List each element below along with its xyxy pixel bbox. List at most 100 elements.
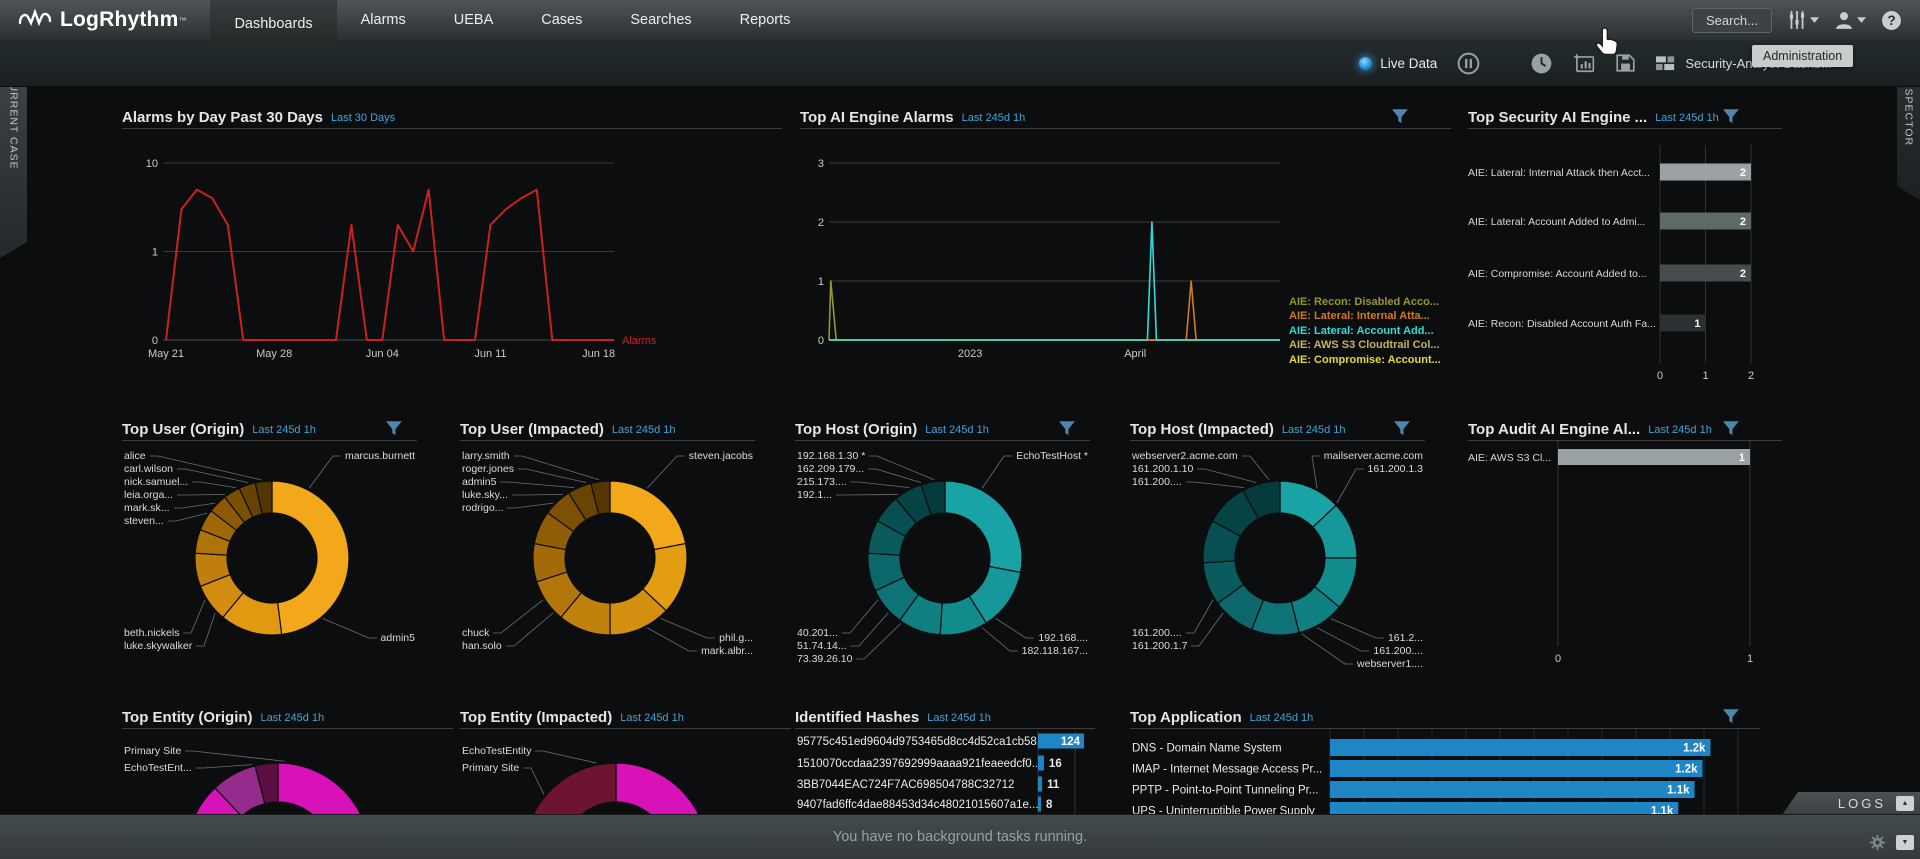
gear-icon[interactable] bbox=[1869, 834, 1886, 851]
donut-slice-label[interactable]: 51.74.14... bbox=[797, 640, 847, 652]
collapse-logs-button[interactable]: ▼ bbox=[1896, 835, 1914, 850]
top-entity-impacted-chart[interactable]: EchoTestEntity Primary Site bbox=[460, 729, 791, 815]
donut-slice-label[interactable]: 161.200.... bbox=[1132, 476, 1182, 488]
alarms-by-day-chart[interactable]: 1010May 21May 28Jun 04Jun 11Jun 18Alarms bbox=[122, 129, 782, 380]
svg-text:1: 1 bbox=[1747, 653, 1753, 665]
donut-slice-label[interactable]: admin5 bbox=[381, 632, 415, 644]
time-range-icon[interactable] bbox=[1530, 52, 1553, 75]
donut-slice-label[interactable]: 161.200.1.7 bbox=[1132, 640, 1187, 652]
donut-slice-label[interactable]: marcus.burnett bbox=[345, 450, 415, 462]
donut-slice-label[interactable]: Primary Site bbox=[462, 762, 519, 774]
donut-slice-label[interactable]: roger.jones bbox=[462, 463, 514, 475]
donut-slice-label[interactable]: luke.skywalker bbox=[124, 640, 192, 652]
legend-entry[interactable]: AIE: Lateral: Account Add... bbox=[1289, 324, 1441, 338]
donut-slice-label[interactable]: 161.200.... bbox=[1132, 627, 1182, 639]
background-tasks-status: You have no background tasks running. bbox=[833, 829, 1087, 845]
donut-slice-label[interactable]: EchoTestHost * bbox=[1016, 450, 1088, 462]
tab-ueba[interactable]: UEBA bbox=[430, 0, 518, 40]
donut-slice-label[interactable]: mark.sk... bbox=[124, 502, 170, 514]
top-user-impacted-chart[interactable]: larry.smithroger.jonesadmin5luke.sky...r… bbox=[460, 441, 755, 667]
donut-slice-label[interactable]: EchoTestEntity bbox=[462, 745, 531, 757]
tab-cases[interactable]: Cases bbox=[517, 0, 606, 40]
user-menu[interactable] bbox=[1834, 10, 1866, 30]
donut-slice-label[interactable]: 73.39.26.10 bbox=[797, 653, 852, 665]
logs-panel-tab[interactable]: LOGS ▲ bbox=[1782, 792, 1920, 815]
donut-slice-label[interactable]: 161.200.... bbox=[1373, 645, 1423, 657]
donut-slice-label[interactable]: 215.173.... bbox=[797, 476, 847, 488]
widget-timerange: Last 245d 1h bbox=[1282, 424, 1346, 437]
donut-slice-label[interactable]: carl.wilson bbox=[124, 463, 173, 475]
top-user-origin-chart[interactable]: alicecarl.wilsonnick.samuel...leia.orga.… bbox=[122, 441, 417, 667]
filter-icon[interactable] bbox=[386, 421, 403, 436]
donut-slice-label[interactable]: 192.168.... bbox=[1038, 632, 1088, 644]
donut-slice-label[interactable]: chuck bbox=[462, 627, 489, 639]
top-application-chart[interactable]: DNS - Domain Name System1.2kIMAP - Inter… bbox=[1130, 729, 1760, 815]
top-audit-ai-engine-chart[interactable]: 01AIE: AWS S3 Cl...1 bbox=[1468, 441, 1782, 667]
add-widget-icon[interactable] bbox=[1573, 53, 1595, 73]
widget-title: Top Entity (Origin) bbox=[122, 710, 253, 725]
donut-slice-label[interactable]: 162.209.179... bbox=[797, 463, 864, 475]
donut-slice-label[interactable]: 192.168.1.30 * bbox=[797, 450, 865, 462]
search-button[interactable]: Search... bbox=[1692, 8, 1772, 33]
save-dashboard-icon[interactable] bbox=[1615, 53, 1636, 73]
donut-slice-label[interactable]: admin5 bbox=[462, 476, 496, 488]
filter-icon[interactable] bbox=[1723, 421, 1740, 436]
help-icon[interactable]: ? bbox=[1881, 10, 1902, 31]
donut-slice-label[interactable]: webserver1.... bbox=[1357, 658, 1423, 667]
donut-slice-label[interactable]: steven.jacobs bbox=[689, 450, 753, 462]
filter-icon[interactable] bbox=[1723, 109, 1740, 124]
donut-slice-label[interactable]: 161.200.1.10 bbox=[1132, 463, 1193, 475]
filter-icon[interactable] bbox=[1394, 421, 1411, 436]
top-ai-engine-alarms-chart[interactable]: 32102023AprilAIE: Recon: Disabled Acco..… bbox=[800, 129, 1451, 380]
top-host-origin-chart[interactable]: 192.168.1.30 *162.209.179...215.173....1… bbox=[795, 441, 1090, 667]
pause-icon[interactable] bbox=[1457, 52, 1480, 75]
donut-slice-label[interactable]: EchoTestEnt... bbox=[124, 762, 192, 774]
legend-entry[interactable]: AIE: Compromise: Account... bbox=[1289, 353, 1441, 367]
legend-entry[interactable]: AIE: AWS S3 Cloudtrail Col... bbox=[1289, 338, 1441, 352]
tab-alarms[interactable]: Alarms bbox=[337, 0, 430, 40]
donut-slice-label[interactable]: 161.2... bbox=[1388, 632, 1423, 644]
donut-slice-label[interactable]: beth.nickels bbox=[124, 627, 179, 639]
donut-slice-label[interactable]: larry.smith bbox=[462, 450, 510, 462]
legend-entry[interactable]: AIE: Recon: Disabled Acco... bbox=[1289, 295, 1441, 309]
donut-slice-label[interactable]: nick.samuel... bbox=[124, 476, 188, 488]
donut-slice-label[interactable]: rodrigo... bbox=[462, 502, 503, 514]
identified-hashes-chart[interactable]: 95775c451ed9604d9753465d8cc4d52ca1cb58..… bbox=[795, 729, 1095, 815]
donut-slice-label[interactable]: steven... bbox=[124, 515, 164, 527]
filter-icon[interactable] bbox=[1059, 421, 1076, 436]
donut-slice-label[interactable]: 182.118.167... bbox=[1022, 645, 1088, 657]
svg-text:Jun 18: Jun 18 bbox=[582, 348, 615, 360]
donut-slice-label[interactable]: luke.sky... bbox=[462, 489, 508, 501]
logrhythm-logo[interactable]: LogRhythm™ bbox=[0, 0, 210, 40]
tab-dashboards[interactable]: Dashboards bbox=[210, 0, 336, 47]
svg-text:2: 2 bbox=[1740, 216, 1746, 228]
legend-entry[interactable]: AIE: Lateral: Internal Atta... bbox=[1289, 309, 1441, 323]
donut-slice-label[interactable]: 192.1... bbox=[797, 489, 832, 501]
donut-slice-label[interactable]: han.solo bbox=[462, 640, 502, 652]
donut-slice-label[interactable]: webserver2.acme.com bbox=[1132, 450, 1238, 462]
svg-text:1: 1 bbox=[1739, 452, 1745, 464]
administration-menu[interactable] bbox=[1787, 10, 1819, 30]
donut-slice-label[interactable]: 161.200.1.3 bbox=[1368, 463, 1423, 475]
svg-text:Jun 11: Jun 11 bbox=[474, 348, 506, 360]
top-host-impacted-chart[interactable]: webserver2.acme.com161.200.1.10161.200..… bbox=[1130, 441, 1425, 667]
top-security-ai-engine-chart[interactable]: 012AIE: Lateral: Internal Attack then Ac… bbox=[1468, 129, 1782, 390]
svg-text:2: 2 bbox=[818, 217, 824, 229]
donut-slice-label[interactable]: mailserver.acme.com bbox=[1324, 450, 1423, 462]
donut-slice-label[interactable]: phil.g... bbox=[719, 632, 753, 644]
filter-icon[interactable] bbox=[1392, 109, 1409, 124]
donut-slice-label[interactable]: leia.orga... bbox=[124, 489, 173, 501]
donut-slice-label[interactable]: alice bbox=[124, 450, 146, 462]
donut-slice-label[interactable]: 40.201... bbox=[797, 627, 838, 639]
expand-logs-button[interactable]: ▲ bbox=[1896, 796, 1914, 811]
widget-title: Top User (Impacted) bbox=[460, 422, 604, 437]
donut-slice-label[interactable]: mark.albr... bbox=[701, 645, 753, 657]
donut-slice-label[interactable]: Primary Site bbox=[124, 745, 181, 757]
tab-searches[interactable]: Searches bbox=[606, 0, 715, 40]
chevron-down-icon bbox=[1857, 17, 1866, 23]
svg-text:1: 1 bbox=[152, 247, 158, 259]
live-data-toggle[interactable]: Live Data bbox=[1359, 56, 1437, 71]
filter-icon[interactable] bbox=[1723, 709, 1740, 724]
top-entity-origin-chart[interactable]: Primary Site EchoTestEnt... bbox=[122, 729, 453, 815]
tab-reports[interactable]: Reports bbox=[716, 0, 815, 40]
